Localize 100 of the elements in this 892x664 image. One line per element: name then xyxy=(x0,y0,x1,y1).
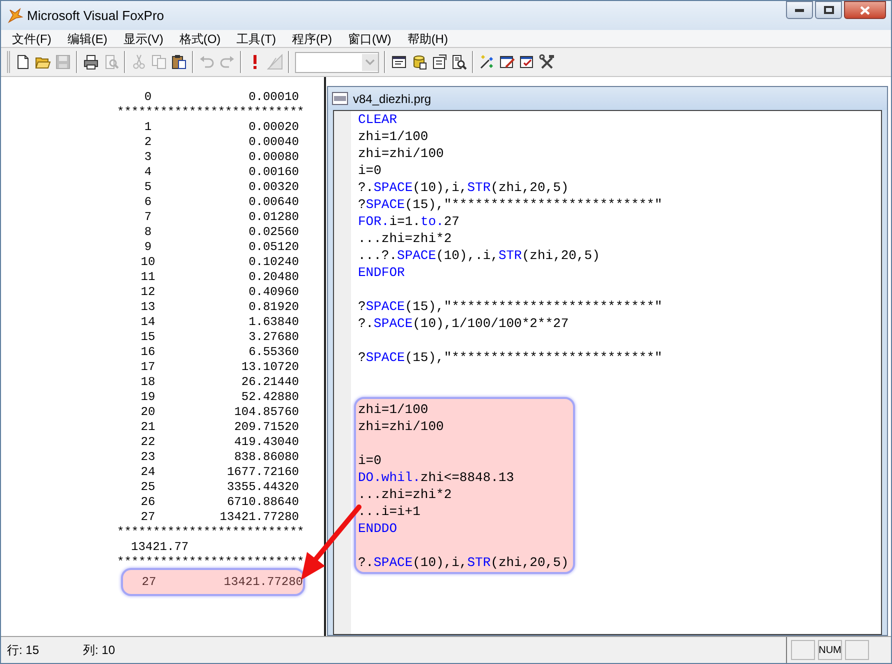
close-button[interactable] xyxy=(844,1,886,19)
row-value: 419.43040 xyxy=(234,435,299,450)
code-line: ...?.SPACE(10),.i,STR(zhi,20,5) xyxy=(358,247,600,264)
row-number: 16 xyxy=(140,345,156,360)
row-value: 3.27680 xyxy=(248,330,299,345)
code-line: zhi=zhi/100 xyxy=(358,418,444,435)
row-number: 18 xyxy=(140,375,156,390)
code-line: ?.SPACE(10),i,STR(zhi,20,5) xyxy=(358,554,569,571)
code-page-icon[interactable] xyxy=(451,54,467,70)
menu-item[interactable]: 格式(O) xyxy=(172,30,228,48)
star-rule: ************************** xyxy=(117,105,306,120)
row-number: 14 xyxy=(140,315,156,330)
row-value: 0.00640 xyxy=(248,195,299,210)
wand-sparkles-icon[interactable] xyxy=(479,54,495,70)
code-line: ENDDO xyxy=(358,520,398,537)
row-value: 0.10240 xyxy=(248,255,299,270)
row-number: 20 xyxy=(140,405,156,420)
editor-title: v84_diezhi.prg xyxy=(353,90,432,108)
menu-item[interactable]: 工具(T) xyxy=(230,30,283,48)
hammer-wrench-icon[interactable] xyxy=(539,54,555,70)
code-line: ENDFOR xyxy=(358,264,405,281)
form-pencil-icon[interactable] xyxy=(499,54,515,70)
minimize-button[interactable] xyxy=(786,1,813,19)
row-number: 27 xyxy=(140,510,156,525)
row-value: 104.85760 xyxy=(234,405,299,420)
menu-item[interactable]: 窗口(W) xyxy=(340,30,398,48)
code-line: FOR.i=1.to.27 xyxy=(358,213,460,230)
row-number: 24 xyxy=(140,465,156,480)
row-number: 15 xyxy=(140,330,156,345)
code-line: ?SPACE(15),″**************************″ xyxy=(358,196,662,213)
new-file-icon[interactable] xyxy=(15,54,31,70)
properties-icon[interactable] xyxy=(431,54,447,70)
row-value: 0.00040 xyxy=(248,135,299,150)
row-number: 7 xyxy=(143,210,153,225)
row-value: 0.40960 xyxy=(248,285,299,300)
code-line: ...zhi=zhi*2 xyxy=(358,486,452,503)
row-value: 52.42880 xyxy=(241,390,299,405)
code-line: zhi=1/100 xyxy=(358,128,428,145)
row-value: 1.63840 xyxy=(248,315,299,330)
command-window-icon[interactable] xyxy=(391,54,407,70)
fox-logo-icon xyxy=(7,8,23,24)
code-line: i=0 xyxy=(358,452,382,469)
row-number: 3 xyxy=(143,150,153,165)
row-number: 9 xyxy=(143,240,153,255)
row-value: 209.71520 xyxy=(234,420,299,435)
row-value: 0.20480 xyxy=(248,270,299,285)
row-number: 21 xyxy=(140,420,156,435)
row-number: 1 xyxy=(143,120,153,135)
row-number: 22 xyxy=(140,435,156,450)
row-value: 6710.88640 xyxy=(226,495,299,510)
row-number: 12 xyxy=(140,285,156,300)
row-number: 10 xyxy=(140,255,156,270)
code-line: ...zhi=zhi*2 xyxy=(358,230,452,247)
code-line: zhi=zhi/100 xyxy=(358,145,444,162)
code-line: ?SPACE(15),″**************************″ xyxy=(358,298,662,315)
maximize-button[interactable] xyxy=(815,1,842,19)
row-value: 838.86080 xyxy=(234,450,299,465)
row-value: 0.01280 xyxy=(248,210,299,225)
printer-icon[interactable] xyxy=(83,54,99,70)
status-indicator xyxy=(845,640,869,660)
dropdown-icon xyxy=(362,54,378,70)
menu-item[interactable]: 程序(P) xyxy=(284,30,339,48)
form-check-icon[interactable] xyxy=(519,54,535,70)
close-icon xyxy=(860,6,870,14)
row-value: 0.00020 xyxy=(248,120,299,135)
code-line: ...i=i+1 xyxy=(358,503,420,520)
menu-item[interactable]: 文件(F) xyxy=(5,30,58,48)
row-number: 11 xyxy=(140,270,156,285)
row-value: 0.81920 xyxy=(248,300,299,315)
row-value: 0.05120 xyxy=(248,240,299,255)
code-line: ?.SPACE(10),1/100/100*2**27 xyxy=(358,315,569,332)
menu-item[interactable]: 帮助(H) xyxy=(400,30,455,48)
clipboard-icon[interactable] xyxy=(171,54,187,70)
maximize-icon xyxy=(824,6,834,14)
row-number: 13 xyxy=(140,300,156,315)
star-rule: ************************** xyxy=(117,555,306,570)
menu-item[interactable]: 编辑(E) xyxy=(60,30,114,48)
menu-item[interactable]: 显示(V) xyxy=(116,30,170,48)
minimize-icon xyxy=(795,8,804,12)
row-value: 13421.77280 xyxy=(220,510,299,525)
row-number: 6 xyxy=(143,195,153,210)
status-indicator xyxy=(791,640,815,660)
row-value: 0.00160 xyxy=(248,165,299,180)
total-value: 13421.77 xyxy=(130,540,189,555)
database-icon[interactable] xyxy=(411,54,427,70)
column-indicator: 列: 10 xyxy=(83,642,116,659)
code-line: DO.whil.zhi<=8848.13 xyxy=(358,469,514,486)
row-value: 0.00080 xyxy=(248,150,299,165)
code-line: zhi=1/100 xyxy=(358,401,428,418)
row-value: 3355.44320 xyxy=(226,480,299,495)
row-number: 19 xyxy=(140,390,156,405)
row-number: 8 xyxy=(143,225,153,240)
code-line: ?.SPACE(10),i,STR(zhi,20,5) xyxy=(358,179,569,196)
row-number: 27 xyxy=(140,574,158,590)
row-number: 26 xyxy=(140,495,156,510)
row-number: 5 xyxy=(143,180,153,195)
row-value: 13421.77280 xyxy=(224,574,303,590)
row-value: 6.55360 xyxy=(248,345,299,360)
row-value: 13.10720 xyxy=(241,360,299,375)
window-title: Microsoft Visual FoxPro xyxy=(27,6,164,25)
